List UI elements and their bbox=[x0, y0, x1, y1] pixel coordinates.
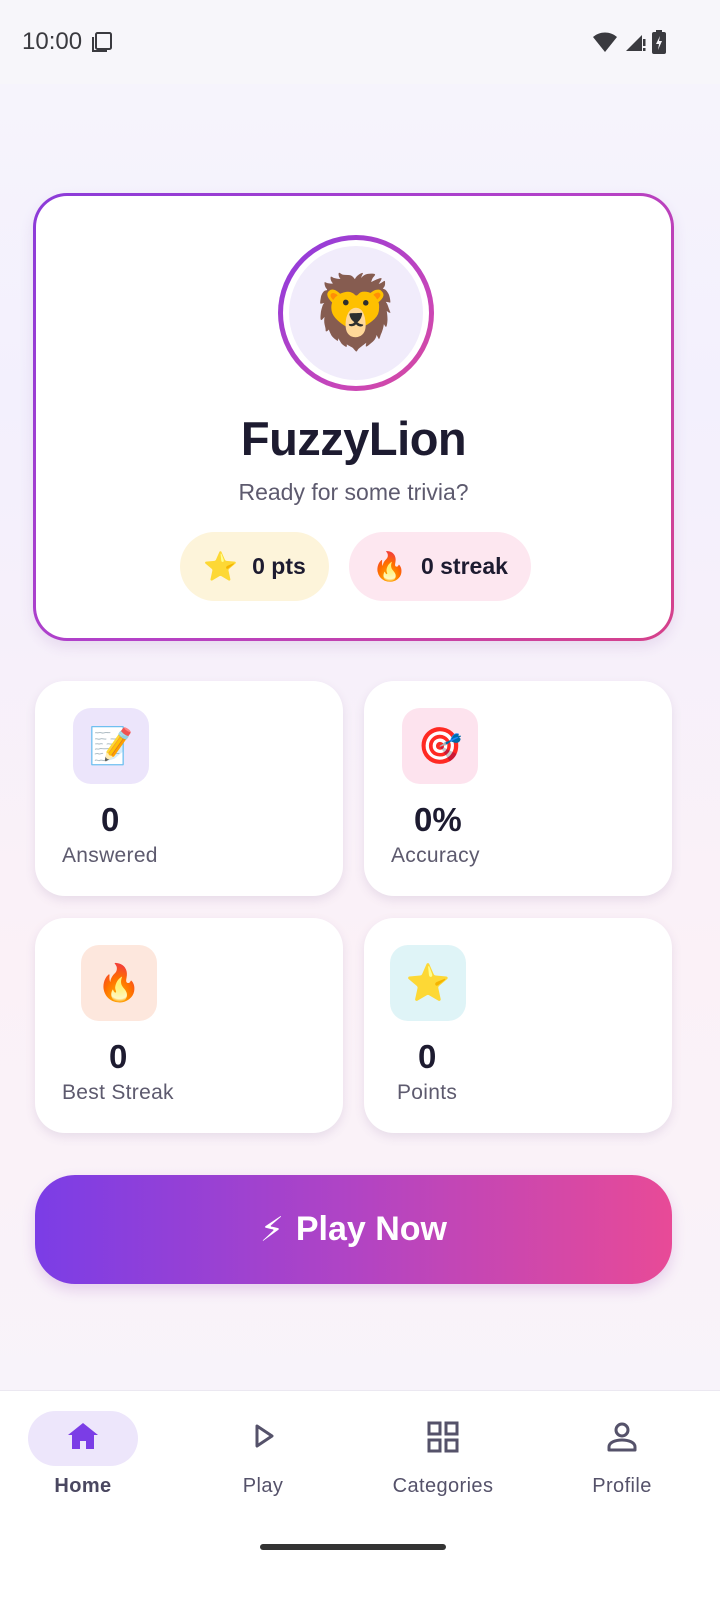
nav-item-categories[interactable]: Categories bbox=[353, 1391, 533, 1531]
lightning-icon: ⚡ bbox=[259, 1210, 284, 1249]
streak-chip: 🔥 0 streak bbox=[349, 532, 531, 601]
grid-icon bbox=[353, 1421, 533, 1453]
play-now-button[interactable]: ⚡ Play Now bbox=[35, 1175, 672, 1284]
nav-item-home[interactable]: Home bbox=[0, 1391, 180, 1531]
streak-chip-label: 0 streak bbox=[420, 553, 508, 579]
stat-card-accuracy: 🎯 0% Accuracy bbox=[364, 681, 672, 896]
stat-value: 0 bbox=[101, 801, 120, 838]
home-icon bbox=[0, 1421, 173, 1451]
stat-card-points: ⭐ 0 Points bbox=[364, 918, 672, 1133]
status-bar: 10:00 bbox=[0, 0, 720, 84]
fire-icon: 🔥 bbox=[81, 945, 157, 1021]
play-now-label: Play Now bbox=[295, 1210, 448, 1248]
nav-label-home: Home bbox=[54, 1475, 112, 1497]
nav-label-categories: Categories bbox=[392, 1475, 494, 1497]
stat-card-best-streak: 🔥 0 Best Streak bbox=[35, 918, 343, 1133]
nav-item-play[interactable]: Play bbox=[173, 1391, 353, 1531]
bottom-nav: Home Play Categories Profile bbox=[0, 1390, 720, 1600]
status-time: 10:00 bbox=[22, 28, 83, 55]
play-icon bbox=[173, 1421, 353, 1451]
username: FuzzyLion bbox=[240, 412, 467, 465]
stat-value: 0% bbox=[414, 801, 462, 838]
star-icon: ⭐ bbox=[390, 945, 466, 1021]
stat-card-answered: 📝 0 Answered bbox=[35, 681, 343, 896]
avatar[interactable]: 🦁 bbox=[278, 235, 434, 391]
stat-label: Accuracy bbox=[391, 844, 480, 867]
stat-label: Best Streak bbox=[62, 1081, 174, 1104]
points-chip: ⭐ 0 pts bbox=[180, 532, 329, 601]
tagline: Ready for some trivia? bbox=[238, 479, 469, 505]
wifi-icon bbox=[592, 31, 618, 58]
memo-icon: 📝 bbox=[73, 708, 149, 784]
screenshot-icon bbox=[91, 31, 113, 58]
fire-icon: 🔥 bbox=[372, 551, 407, 582]
nav-label-profile: Profile bbox=[592, 1475, 652, 1497]
battery-icon bbox=[652, 30, 666, 59]
signal-icon bbox=[624, 31, 646, 58]
home-indicator[interactable] bbox=[260, 1544, 446, 1550]
target-icon: 🎯 bbox=[402, 708, 478, 784]
points-chip-label: 0 pts bbox=[252, 553, 306, 579]
star-icon: ⭐ bbox=[203, 551, 239, 582]
lion-avatar-icon: 🦁 bbox=[311, 273, 401, 353]
profile-card: 🦁 FuzzyLion Ready for some trivia? ⭐ 0 p… bbox=[33, 193, 674, 641]
nav-label-play: Play bbox=[242, 1475, 284, 1497]
stat-value: 0 bbox=[418, 1038, 437, 1075]
stat-label: Answered bbox=[62, 844, 158, 867]
person-icon bbox=[532, 1421, 712, 1453]
stat-label: Points bbox=[397, 1081, 458, 1104]
nav-item-profile[interactable]: Profile bbox=[532, 1391, 712, 1531]
stat-value: 0 bbox=[109, 1038, 128, 1075]
